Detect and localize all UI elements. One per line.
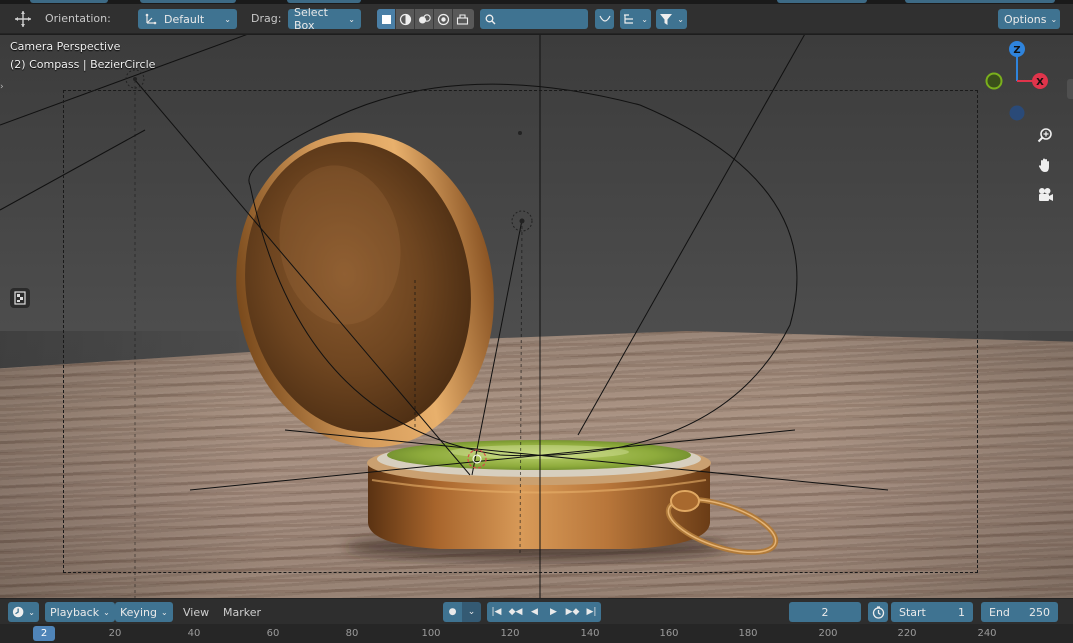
start-label: Start — [899, 605, 926, 619]
view-options-dropdown[interactable]: ⌄ — [620, 9, 651, 29]
top-strip-segment — [140, 0, 236, 3]
chevron-down-icon: ⌄ — [641, 14, 648, 24]
drag-dropdown[interactable]: Select Box ⌄ — [288, 6, 361, 32]
keying-label: Keying — [120, 605, 157, 619]
end-label: End — [989, 605, 1010, 619]
play-reverse-button[interactable]: ◀ — [525, 602, 544, 622]
outliner-icon — [624, 14, 633, 24]
orientation-axes-icon — [145, 13, 157, 25]
search-input[interactable] — [500, 12, 580, 26]
select-extend-button[interactable] — [396, 9, 415, 29]
jump-next-keyframe-button[interactable]: ▶◆ — [563, 602, 582, 622]
auto-key-button[interactable]: ● — [443, 602, 462, 622]
top-strip-segment — [905, 0, 1055, 3]
ruler-tick: 160 — [659, 628, 679, 639]
options-label: Options — [1004, 12, 1047, 26]
orientation-label: Orientation: — [45, 12, 111, 25]
tool-icon[interactable] — [10, 288, 30, 308]
current-frame-field[interactable]: 2 — [789, 602, 861, 622]
chevron-down-icon: ⌄ — [103, 607, 110, 617]
toolbar-expand-icon[interactable]: › — [0, 82, 8, 92]
hand-pan-icon[interactable] — [1032, 152, 1058, 178]
select-new-button[interactable] — [377, 9, 396, 29]
orientation-dropdown[interactable]: Default ⌄ — [138, 9, 237, 29]
transform-arrows-icon[interactable] — [12, 8, 34, 30]
stopwatch-icon — [872, 605, 884, 619]
ruler-tick: 20 — [108, 628, 122, 639]
chevron-down-icon: ⌄ — [1050, 14, 1058, 24]
ruler-tick: 240 — [977, 628, 997, 639]
ruler-tick: 80 — [345, 628, 359, 639]
chevron-down-icon: ⌄ — [677, 14, 684, 24]
jump-end-button[interactable]: ▶| — [582, 602, 601, 622]
clock-icon — [12, 606, 24, 618]
ruler-tick: 140 — [580, 628, 600, 639]
end-frame-field[interactable]: End 250 — [981, 602, 1058, 622]
options-dropdown[interactable]: Options ⌄ — [998, 9, 1060, 29]
select-invert-button[interactable] — [434, 9, 453, 29]
top-strip-segment — [30, 0, 108, 3]
gizmo-neg-z-axis[interactable] — [1009, 105, 1025, 121]
start-value: 1 — [958, 605, 965, 619]
current-frame-value: 2 — [821, 605, 829, 619]
3d-viewport[interactable]: Camera Perspective (2) Compass | BezierC… — [0, 35, 1073, 598]
ruler-tick: 200 — [818, 628, 838, 639]
gizmo-y-axis[interactable] — [985, 72, 1003, 90]
ruler-tick: 180 — [738, 628, 758, 639]
viewport-camera-label: Camera Perspective — [10, 40, 121, 53]
selection-mode-group — [377, 9, 474, 29]
ruler-tick: 100 — [421, 628, 441, 639]
drag-value: Select Box — [294, 6, 328, 32]
select-intersect-button[interactable] — [453, 9, 472, 29]
ruler-tick: 60 — [266, 628, 280, 639]
sidebar-toggle-tab[interactable] — [1067, 79, 1073, 99]
current-frame-marker[interactable]: 2 — [33, 626, 55, 641]
ruler-tick: 120 — [500, 628, 520, 639]
proportional-toggle[interactable] — [595, 9, 614, 29]
select-subtract-button[interactable] — [415, 9, 434, 29]
playback-label: Playback — [50, 605, 100, 619]
keying-menu[interactable]: Keying ⌄ — [115, 602, 173, 622]
filter-dropdown[interactable]: ⌄ — [656, 9, 687, 29]
curve-icon — [598, 15, 611, 22]
chevron-down-icon: ⌄ — [160, 607, 168, 617]
gizmo-x-label: X — [1036, 77, 1044, 88]
gizmo-z-label: Z — [1013, 45, 1020, 56]
editor-type-dropdown[interactable]: ⌄ — [8, 602, 39, 622]
orientation-value: Default — [164, 12, 205, 26]
jump-prev-keyframe-button[interactable]: ◆◀ — [506, 602, 525, 622]
start-frame-field[interactable]: Start 1 — [891, 602, 973, 622]
chevron-down-icon: ⌄ — [28, 607, 35, 617]
view-menu[interactable]: View — [183, 606, 209, 619]
play-button[interactable]: ▶ — [544, 602, 563, 622]
top-strip-segment — [777, 0, 867, 3]
ruler-tick: 40 — [187, 628, 201, 639]
chevron-down-icon: ⌄ — [224, 14, 231, 24]
checker-icon — [14, 291, 26, 305]
preview-range-toggle[interactable] — [868, 602, 888, 622]
viewport-header: Orientation: Default ⌄ Drag: Select Box … — [0, 4, 1073, 34]
auto-key-options[interactable]: ⌄ — [462, 602, 481, 622]
jump-start-button[interactable]: |◀ — [487, 602, 506, 622]
search-icon — [485, 14, 496, 24]
chevron-down-icon: ⌄ — [348, 14, 355, 24]
navigation-gizmo[interactable]: Z X — [980, 39, 1060, 129]
zoom-icon[interactable] — [1032, 122, 1058, 148]
drag-label: Drag: — [251, 12, 282, 25]
viewport-object-label: (2) Compass | BezierCircle — [10, 58, 156, 71]
end-value: 250 — [1029, 605, 1050, 619]
camera-icon[interactable] — [1032, 182, 1058, 208]
ruler-tick: 220 — [897, 628, 917, 639]
marker-menu[interactable]: Marker — [223, 606, 261, 619]
timeline-ruler[interactable]: 2 20 40 60 80 100 120 140 160 180 200 22… — [0, 624, 1073, 643]
camera-frame — [63, 90, 978, 573]
viewport-search[interactable] — [480, 9, 588, 29]
playback-menu[interactable]: Playback ⌄ — [45, 602, 115, 622]
filter-icon — [660, 13, 672, 25]
timeline-header: ⌄ Playback ⌄ Keying ⌄ View Marker ● ⌄ |◀… — [0, 598, 1073, 624]
top-strip-segment — [287, 0, 361, 3]
